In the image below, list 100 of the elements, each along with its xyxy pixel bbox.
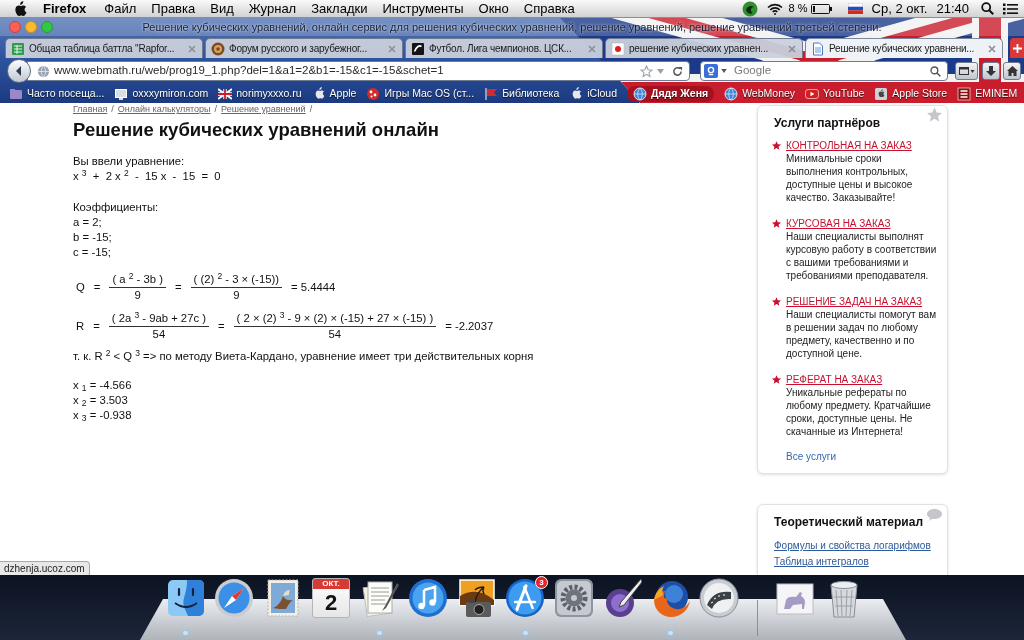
smiling-face-icon[interactable]: [165, 578, 206, 618]
wifi-icon[interactable]: [766, 2, 783, 15]
card-title: Теоретический материал: [774, 515, 924, 530]
spotted-circle-icon: [366, 86, 381, 101]
film-strip-icon[interactable]: [699, 578, 739, 618]
search-engine-icon[interactable]: [704, 64, 718, 78]
bookmark[interactable]: norimyxxxo.ru: [218, 85, 302, 102]
download-button[interactable]: [982, 62, 1000, 80]
tab[interactable]: Общая таблица баттла "Rapfor...: [5, 38, 203, 58]
bookmark[interactable]: iCloud: [569, 85, 617, 102]
bookmark[interactable]: Игры Mac OS (ст...: [366, 85, 475, 102]
pennant-icon: [484, 86, 499, 101]
compass-icon[interactable]: [214, 578, 254, 618]
app-name[interactable]: Firefox: [43, 0, 87, 19]
breadcrumb-separator: /: [111, 104, 114, 114]
fraction-denominator: 54: [328, 327, 342, 342]
globe-icon: [37, 64, 50, 78]
play-icon: [805, 86, 820, 101]
bookmark[interactable]: WebMoney: [724, 85, 796, 102]
bookmark[interactable]: Часто посеща...: [9, 85, 105, 102]
flag-icon: [218, 86, 233, 101]
home-button[interactable]: [1003, 62, 1021, 80]
camera-photo-icon[interactable]: [456, 578, 497, 618]
battery-icon[interactable]: [810, 3, 832, 14]
menu-item[interactable]: Инструменты: [382, 0, 464, 19]
bookmark[interactable]: Apple: [311, 85, 357, 102]
reload-icon[interactable]: [672, 65, 683, 77]
root-text: x $_{3}$ = -0.938: [73, 408, 132, 423]
theory-link[interactable]: Формулы и свойства логарифмов: [774, 538, 931, 554]
service-description: Минимальные сроки выполнения контрольных, доступные цены и высокое качество. Заказывайте!: [786, 152, 914, 204]
bookmark[interactable]: Библиотека: [484, 85, 560, 102]
coefficient-text: a = 2;: [73, 215, 102, 230]
bookmark[interactable]: EMINEM: [957, 85, 1018, 102]
spreadsheet-icon: [11, 41, 25, 56]
formula-text: =: [93, 319, 100, 334]
list-icon[interactable]: [1003, 2, 1018, 15]
notification-badge: 3: [535, 576, 548, 589]
tab[interactable]: решение кубических уравнен...: [605, 38, 803, 58]
fraction-numerator: ( (2) $^{2}$ - 3 × (-15)): [192, 272, 280, 287]
caret-icon[interactable]: [721, 69, 727, 73]
service-link[interactable]: КОНТРОЛЬНАЯ НА ЗАКАЗ: [786, 139, 912, 152]
new-tab-button[interactable]: [1010, 38, 1024, 58]
clock-time[interactable]: 21:40: [936, 0, 969, 19]
search-icon[interactable]: [930, 65, 941, 77]
page-title: Решение кубических уравнений онлайн: [73, 118, 439, 142]
breadcrumb-separator: /: [214, 104, 218, 114]
calendar-app-icon[interactable]: ОКТ. 2: [312, 578, 350, 618]
star-icon[interactable]: [927, 107, 942, 122]
address-field[interactable]: www.webmath.ru/web/prog19_1.php?del=1&a1=2&b1=-15&c1=-15&schet=1: [27, 61, 690, 81]
flag-icon[interactable]: [847, 3, 863, 14]
formula-text: R: [76, 319, 85, 334]
globe-icon: [633, 86, 647, 101]
breadcrumb-link[interactable]: Решение уравнений: [221, 104, 306, 114]
menu-item[interactable]: Справка: [523, 0, 575, 19]
close-icon[interactable]: [988, 44, 996, 53]
square-logo-icon: [411, 41, 425, 56]
breadcrumb-link[interactable]: Главная: [73, 104, 108, 114]
equation-text: x $^{3}$ + 2 x $^{2}$ - 15 x - 15 = 0: [73, 169, 221, 184]
tab[interactable]: Футбол. Лига чемпионов. ЦСК...: [405, 38, 603, 58]
service-link[interactable]: РЕШЕНИЕ ЗАДАЧ НА ЗАКАЗ: [786, 295, 922, 308]
star-bullet-icon: [772, 375, 781, 384]
tab[interactable]: Форум русского и зарубежног...: [205, 38, 403, 58]
star-bullet-icon: [772, 141, 781, 150]
pencil-ruler-icon[interactable]: [505, 578, 545, 618]
apple-icon[interactable]: [13, 0, 27, 17]
bookmark[interactable]: oxxxymiron.com: [114, 85, 209, 102]
notepad-icon[interactable]: [359, 578, 400, 618]
root-text: x $_{1}$ = -4.566: [73, 378, 132, 393]
circle-logo-icon[interactable]: [741, 0, 758, 17]
all-services-link[interactable]: Все услуги: [786, 450, 836, 463]
star-icon[interactable]: [640, 64, 653, 78]
bookmark[interactable]: YouTube: [805, 85, 865, 102]
root-text: x $_{2}$ = 3.503: [73, 393, 128, 408]
service-link[interactable]: РЕФЕРАТ НА ЗАКАЗ: [786, 373, 883, 386]
menu-item[interactable]: Файл: [104, 0, 137, 19]
music-note-icon[interactable]: [408, 578, 448, 618]
formula-text: =: [218, 319, 225, 334]
menu-item[interactable]: Журнал: [248, 0, 297, 19]
service-description: Наши специалисты выполнят курсовую работу в соответствии с вашими требованиями и требованиями преподавателя.: [786, 230, 938, 282]
formula-text: =: [93, 280, 101, 295]
service-link[interactable]: КУРСОВАЯ НА ЗАКАЗ: [786, 217, 891, 230]
bookmark[interactable]: Apple Store: [874, 85, 948, 102]
fraction-numerator: ( a $^{2}$ - 3b ): [111, 272, 164, 287]
clock-date[interactable]: Ср, 2 окт.: [871, 0, 928, 19]
menu-item[interactable]: Закладки: [311, 0, 368, 19]
gear-icon[interactable]: [553, 578, 594, 618]
menu-item[interactable]: Правка: [151, 0, 196, 19]
menu-item[interactable]: Окно: [478, 0, 509, 19]
theory-link[interactable]: Таблица интегралов: [774, 554, 869, 570]
breadcrumb-link[interactable]: Онлайн калькуляторы: [117, 104, 211, 114]
page-icon: [811, 41, 825, 56]
window-icon: [958, 67, 969, 75]
search-icon[interactable]: [981, 2, 994, 15]
menu-item[interactable]: Вид: [210, 0, 234, 19]
fraction-denominator: 9: [233, 288, 240, 303]
tab[interactable]: Решение кубических уравнени...: [805, 38, 1003, 58]
search-field[interactable]: Google: [700, 61, 948, 81]
monitor-icon: [114, 86, 129, 101]
link-status-bar: dzhenja.ucoz.com: [0, 561, 90, 575]
window-menu-button[interactable]: [955, 62, 978, 80]
